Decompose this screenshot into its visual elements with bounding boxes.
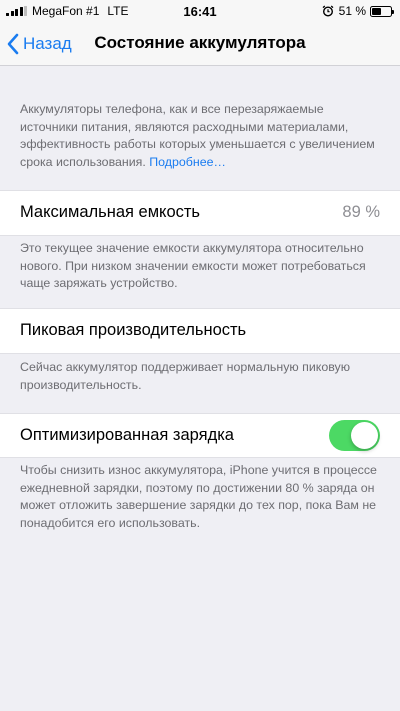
- battery-percent: 51 %: [338, 4, 366, 18]
- battery-icon: [370, 5, 394, 17]
- max-capacity-footer: Это текущее значение емкости аккумулятор…: [20, 241, 366, 290]
- max-capacity-label: Максимальная емкость: [20, 203, 201, 221]
- toggle-knob: [351, 422, 378, 449]
- page-title: Состояние аккумулятора: [94, 33, 306, 52]
- max-capacity-value: 89 %: [342, 203, 380, 221]
- learn-more-link[interactable]: Подробнее…: [149, 155, 226, 169]
- optimized-charging-row: Оптимизированная зарядка: [0, 413, 400, 458]
- status-bar: MegaFon #1 LTE 16:41 51 %: [0, 0, 400, 22]
- intro-text: Аккумуляторы телефона, как и все перезар…: [20, 101, 384, 171]
- max-capacity-row: Максимальная емкость 89 %: [0, 190, 400, 236]
- optimized-charging-label: Оптимизированная зарядка: [20, 426, 234, 444]
- optimized-charging-toggle[interactable]: [329, 420, 380, 451]
- peak-performance-footer: Сейчас аккумулятор поддерживает нормальн…: [20, 360, 351, 392]
- navigation-bar: Назад Состояние аккумулятора: [0, 22, 400, 66]
- alarm-icon: [322, 5, 334, 17]
- optimized-charging-footer: Чтобы снизить износ аккумулятора, iPhone…: [20, 463, 377, 530]
- battery-level-fill: [372, 7, 382, 15]
- status-right: 51 %: [322, 4, 394, 18]
- peak-performance-label: Пиковая производительность: [20, 321, 247, 339]
- peak-performance-row: Пиковая производительность: [0, 308, 400, 354]
- battery-health-screen: MegaFon #1 LTE 16:41 51 % Назад Состояни…: [0, 0, 400, 711]
